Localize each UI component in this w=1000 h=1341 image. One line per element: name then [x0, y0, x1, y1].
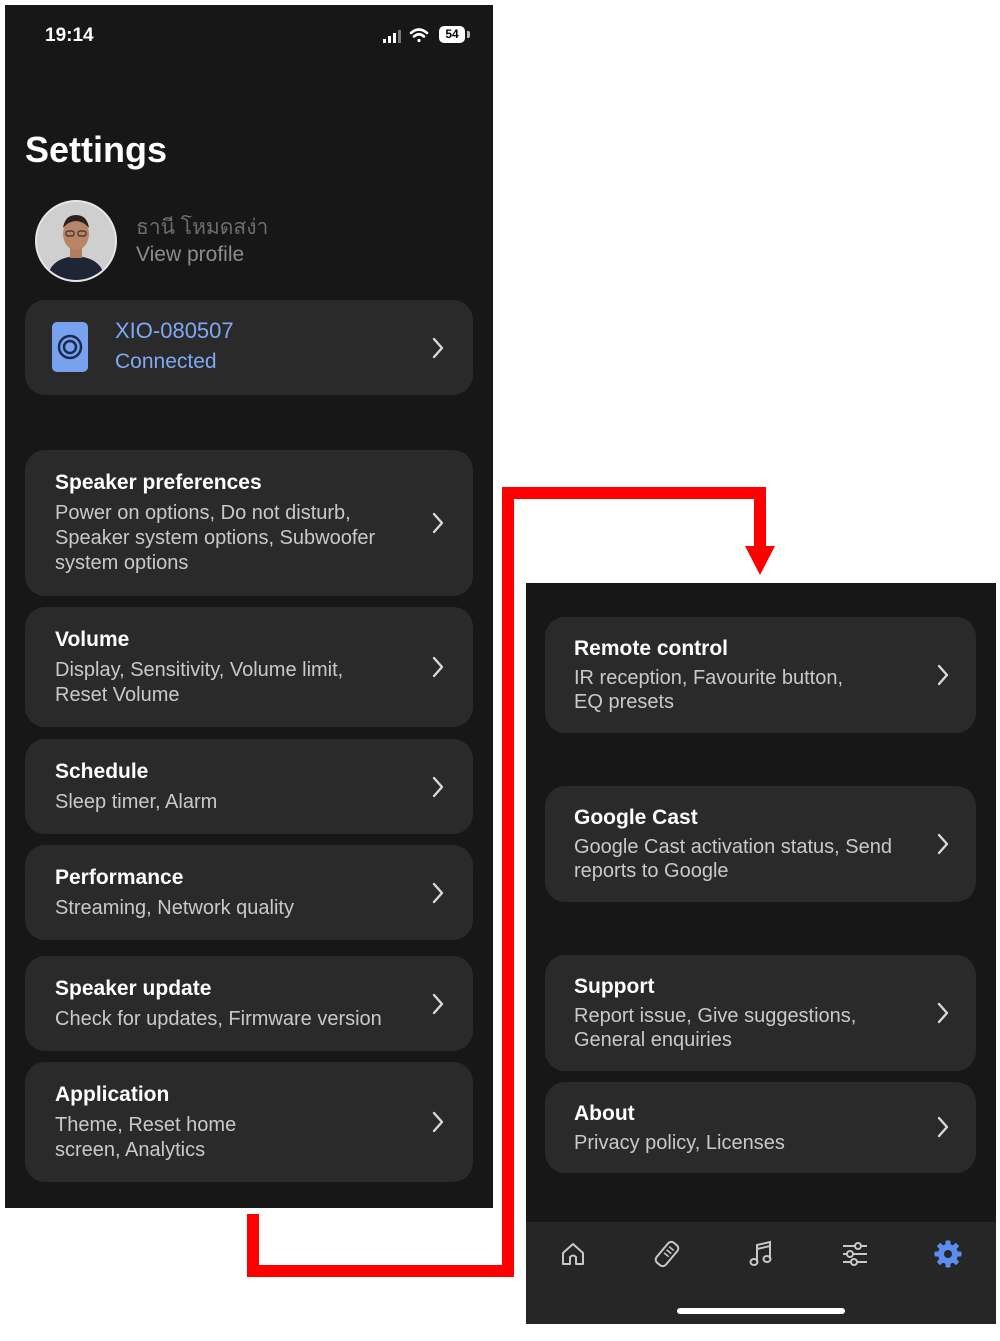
profile-name: ธานี โหมดสง่า [136, 216, 269, 239]
chevron-right-icon [432, 776, 444, 798]
remote-icon [654, 1240, 680, 1268]
settings-item-remote-control[interactable]: Remote control IR reception, Favourite b… [545, 617, 976, 733]
chevron-right-icon [432, 993, 444, 1015]
avatar-photo [37, 202, 115, 280]
arrowhead [745, 546, 775, 575]
tab-home[interactable] [548, 1232, 598, 1276]
item-title: Speaker preferences [55, 471, 262, 494]
settings-item-speaker-preferences[interactable]: Speaker preferences Power on options, Do… [25, 450, 473, 596]
item-subtitle: Theme, Reset home screen, Analytics [55, 1114, 237, 1161]
item-title: Volume [55, 628, 130, 651]
signal-wifi-icons [383, 28, 429, 43]
device-name: XIO-080507 [115, 318, 234, 343]
device-status: Connected [115, 350, 217, 373]
settings-item-google-cast[interactable]: Google Cast Google Cast activation statu… [545, 786, 976, 902]
settings-screen-bottom: Remote control IR reception, Favourite b… [526, 583, 996, 1324]
status-time: 19:14 [45, 25, 94, 46]
home-icon [562, 1243, 584, 1265]
item-subtitle: Check for updates, Firmware version [55, 1008, 382, 1030]
page-title: Settings [25, 129, 168, 170]
settings-item-speaker-update[interactable]: Speaker update Check for updates, Firmwa… [25, 956, 473, 1051]
tab-settings[interactable] [923, 1232, 973, 1276]
wifi-icon [409, 28, 429, 43]
item-title: Performance [55, 866, 184, 889]
home-indicator [677, 1308, 845, 1314]
item-title: About [574, 1102, 635, 1125]
battery-nub [467, 31, 470, 38]
cellular-signal-icon [383, 30, 401, 43]
item-title: Remote control [574, 637, 729, 660]
item-subtitle: Power on options, Do not disturb, Speake… [55, 502, 376, 574]
gear-icon [934, 1240, 962, 1268]
tab-music[interactable] [736, 1232, 786, 1276]
battery-icon: 54 [439, 26, 465, 43]
settings-item-support[interactable]: Support Report issue, Give suggestions, … [545, 955, 976, 1071]
settings-item-about[interactable]: About Privacy policy, Licenses [545, 1082, 976, 1173]
sliders-icon [843, 1242, 867, 1266]
item-title: Application [55, 1083, 170, 1106]
item-subtitle: Display, Sensitivity, Volume limit, Rese… [55, 659, 344, 706]
chevron-right-icon [432, 656, 444, 678]
music-note-icon [749, 1240, 772, 1266]
view-profile-link[interactable]: View profile [136, 243, 244, 267]
chevron-right-icon [432, 882, 444, 904]
chevron-right-icon [432, 337, 444, 359]
device-card[interactable]: XIO-080507 Connected [25, 300, 473, 395]
chevron-right-icon [937, 833, 949, 855]
chevron-right-icon [937, 664, 949, 686]
settings-item-volume[interactable]: Volume Display, Sensitivity, Volume limi… [25, 607, 473, 727]
chevron-right-icon [432, 1111, 444, 1133]
chevron-right-icon [432, 512, 444, 534]
item-title: Schedule [55, 760, 149, 783]
item-title: Speaker update [55, 977, 212, 1000]
item-title: Google Cast [574, 806, 698, 829]
settings-screen-top: 19:14 54 Settings ธานี โหมดสง่า View pro… [5, 5, 493, 1208]
item-title: Support [574, 975, 655, 998]
tab-equalizer[interactable] [830, 1232, 880, 1276]
item-subtitle: Google Cast activation status, Send repo… [574, 836, 892, 882]
speaker-device-icon [52, 322, 88, 372]
bottom-tab-bar [526, 1222, 996, 1324]
chevron-right-icon [937, 1002, 949, 1024]
item-subtitle: IR reception, Favourite button, EQ prese… [574, 667, 844, 713]
item-subtitle: Sleep timer, Alarm [55, 791, 218, 813]
item-subtitle: Streaming, Network quality [55, 897, 294, 919]
settings-item-performance[interactable]: Performance Streaming, Network quality [25, 845, 473, 940]
settings-item-schedule[interactable]: Schedule Sleep timer, Alarm [25, 739, 473, 834]
settings-item-application[interactable]: Application Theme, Reset home screen, An… [25, 1062, 473, 1182]
chevron-right-icon [937, 1116, 949, 1138]
tab-remote[interactable] [642, 1232, 692, 1276]
item-subtitle: Privacy policy, Licenses [574, 1132, 785, 1154]
item-subtitle: Report issue, Give suggestions, General … [574, 1005, 857, 1051]
avatar[interactable] [35, 200, 117, 282]
